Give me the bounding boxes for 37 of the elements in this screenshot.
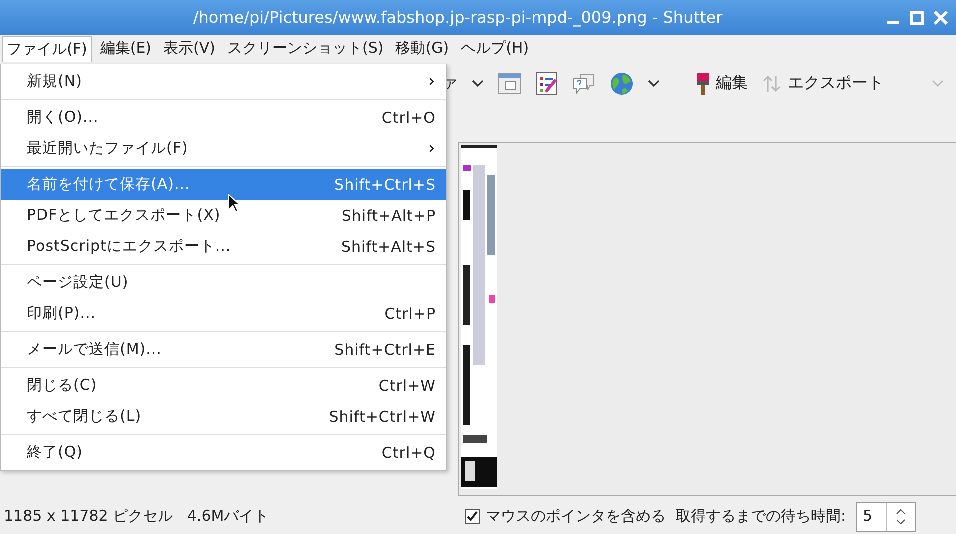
image-info: 1185 x 11782 ピクセル 4.6Mバイト xyxy=(4,507,270,526)
chevron-down-icon[interactable] xyxy=(472,80,484,88)
checkbox-label: マウスのポインタを含める xyxy=(486,507,666,526)
close-icon[interactable] xyxy=(934,10,948,24)
paintbrush-icon xyxy=(696,72,710,96)
up-down-arrows-icon xyxy=(762,74,782,94)
window-title: /home/pi/Pictures/www.fabshop.jp-rasp-pi-mpd-_009.png - Shutter xyxy=(192,8,724,27)
menu-entry[interactable]: 終了(Q) Ctrl+Q xyxy=(1,437,446,468)
checklist-edit-icon[interactable] xyxy=(536,72,558,96)
menu-entry[interactable]: 閉じる(C) Ctrl+W xyxy=(1,370,446,401)
menu-entry[interactable]: ページ設定(U) xyxy=(1,267,446,298)
menu-entry[interactable]: 最近開いたファイル(F) › xyxy=(1,133,446,164)
menu-entry[interactable]: 印刷(P)... Ctrl+P xyxy=(1,298,446,329)
help-bubbles-icon[interactable] xyxy=(572,72,596,95)
menu-item[interactable]: 表示(V) xyxy=(160,36,220,62)
edit-button[interactable]: 編集 xyxy=(716,73,748,94)
checkbox[interactable] xyxy=(464,509,480,524)
menu-entry[interactable]: PDFとしてエクスポート(X) Shift+Alt+P xyxy=(1,200,446,231)
mouse-pointer-icon xyxy=(228,194,242,214)
delay-spin-field[interactable]: 5 xyxy=(856,502,916,532)
globe-icon[interactable] xyxy=(610,72,634,96)
delay-label: 取得するまでの待ち時間: xyxy=(676,507,846,526)
menu-entry[interactable]: PostScriptにエクスポート... Shift+Alt+S xyxy=(1,231,446,262)
chevron-down-icon[interactable] xyxy=(648,80,660,88)
menu-entry[interactable]: 名前を付けて保存(A)... Shift+Ctrl+S xyxy=(1,169,446,200)
menu-entry[interactable]: 開く(O)... Ctrl+O xyxy=(1,102,446,133)
menu-item[interactable]: 編集(E) xyxy=(96,36,156,62)
export-button[interactable]: エクスポート xyxy=(788,73,884,94)
window-icon[interactable] xyxy=(498,72,522,95)
maximize-icon[interactable] xyxy=(910,10,924,24)
menu-item[interactable]: ヘルプ(H) xyxy=(457,36,534,62)
menu-item[interactable]: ファイル(F) xyxy=(2,36,92,62)
menu-entry[interactable]: メールで送信(M)... Shift+Ctrl+E xyxy=(1,334,446,365)
menu-item[interactable]: スクリーンショット(S) xyxy=(224,36,388,62)
menu-entry[interactable]: すべて閉じる(L) Shift+Ctrl+W xyxy=(1,401,446,432)
menu-entry[interactable]: 新規(N) › xyxy=(1,66,446,97)
menu-item[interactable]: 移動(G) xyxy=(392,36,454,62)
